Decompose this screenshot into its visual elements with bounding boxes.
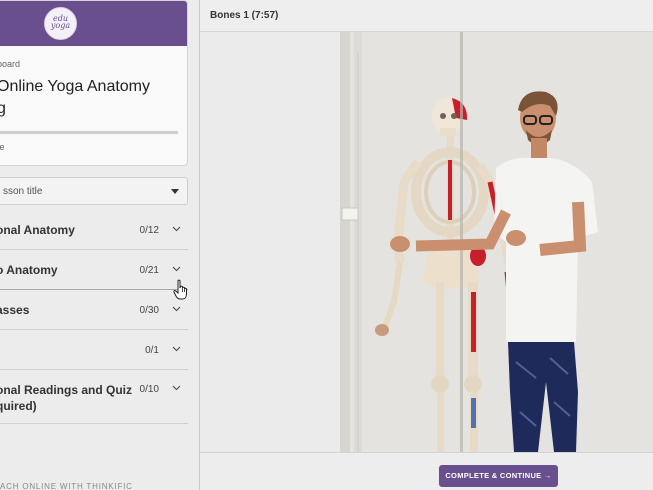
hand-pointer-icon	[173, 279, 187, 300]
chapter-title: onal Anatomy	[0, 223, 75, 237]
chapter-title: o Anatomy	[0, 263, 58, 277]
lesson-search-placeholder: sson title	[3, 186, 43, 197]
chapter-progress-count: 0/10	[139, 384, 159, 395]
course-card-header: edu yoga	[0, 1, 187, 46]
lesson-search-select[interactable]: sson title	[0, 177, 188, 205]
dashboard-link[interactable]: board	[0, 59, 20, 69]
chapter-item[interactable]: asses 0/30	[0, 290, 188, 330]
chapter-item[interactable]: onal Readings and Quiz quired) 0/10	[0, 370, 188, 424]
powered-by-footer[interactable]: ACH ONLINE WITH THINKIFIC	[0, 482, 133, 490]
course-sidebar: edu yoga board Online Yoga Anatomy g te …	[0, 0, 199, 490]
complete-continue-button[interactable]: COMPLETE & CONTINUE →	[439, 465, 558, 487]
school-logo[interactable]: edu yoga	[44, 7, 77, 40]
chapter-title: asses	[0, 303, 30, 317]
chevron-down-icon[interactable]	[171, 303, 182, 314]
course-progress-label: te	[0, 142, 5, 152]
chapter-progress-count: 0/1	[145, 345, 159, 356]
chapter-item[interactable]: onal Anatomy 0/12	[0, 210, 188, 250]
lesson-footer-bar	[200, 452, 653, 490]
video-frame	[340, 32, 653, 452]
chapter-progress-count: 0/21	[139, 265, 159, 276]
chevron-down-icon[interactable]	[171, 263, 182, 274]
course-card: edu yoga board Online Yoga Anatomy g te	[0, 0, 188, 166]
chevron-down-icon[interactable]	[171, 382, 182, 393]
course-player: edu yoga board Online Yoga Anatomy g te …	[0, 0, 653, 490]
chapter-title: onal Readings and Quiz quired)	[0, 383, 133, 413]
lesson-header: Bones 1 (7:57)	[200, 0, 653, 32]
course-title: Online Yoga Anatomy g	[0, 78, 151, 117]
lesson-title: Bones 1 (7:57)	[210, 10, 279, 21]
school-logo-text: edu yoga	[50, 14, 71, 30]
chapter-item[interactable]: o Anatomy 0/21	[0, 250, 188, 290]
chevron-down-icon[interactable]	[171, 223, 182, 234]
chevron-down-icon[interactable]	[171, 343, 182, 354]
chapter-list: onal Anatomy 0/12 o Anatomy 0/21 asses 0…	[0, 210, 188, 424]
chapter-progress-count: 0/30	[139, 305, 159, 316]
chapter-item[interactable]: 0/1	[0, 330, 188, 370]
course-progress-bar	[0, 131, 178, 134]
caret-down-icon	[171, 189, 179, 194]
chapter-progress-count: 0/12	[139, 225, 159, 236]
lesson-video[interactable]	[340, 32, 653, 452]
